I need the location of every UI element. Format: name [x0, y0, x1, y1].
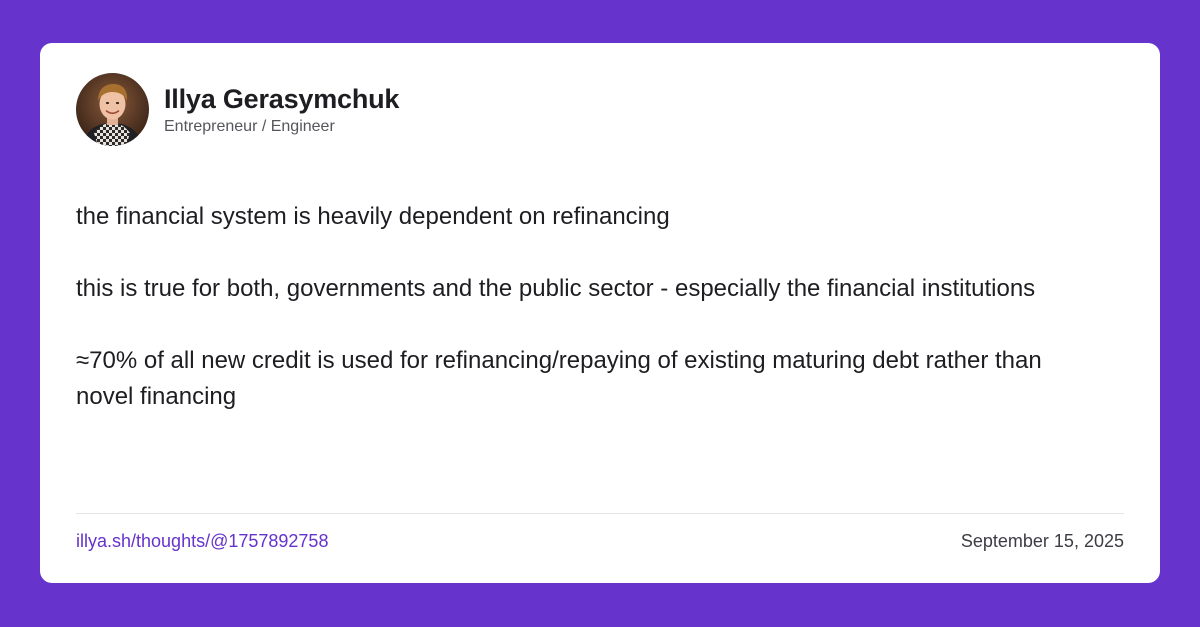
author-name: Illya Gerasymchuk	[164, 83, 400, 114]
post-paragraph: ≈70% of all new credit is used for refin…	[76, 347, 1042, 410]
post-date: September 15, 2025	[960, 531, 1124, 551]
post-body: the financial system is heavily dependen…	[76, 199, 1086, 415]
author-title: Entrepreneur / Engineer	[164, 117, 335, 135]
post-card: Illya Gerasymchuk Entrepreneur / Enginee…	[40, 43, 1160, 583]
author-header: Illya Gerasymchuk Entrepreneur / Enginee…	[76, 73, 399, 146]
avatar	[76, 73, 149, 146]
footer-divider	[76, 513, 1124, 514]
permalink-link[interactable]: illya.sh/thoughts/@1757892758	[76, 529, 328, 553]
post-paragraph: the financial system is heavily dependen…	[76, 203, 670, 230]
post-paragraph: this is true for both, governments and t…	[76, 275, 1036, 302]
avatar-portrait-icon	[76, 73, 149, 146]
author-identity: Illya Gerasymchuk Entrepreneur / Enginee…	[164, 83, 399, 137]
post-footer: illya.sh/thoughts/@1757892758 September …	[76, 529, 1124, 553]
